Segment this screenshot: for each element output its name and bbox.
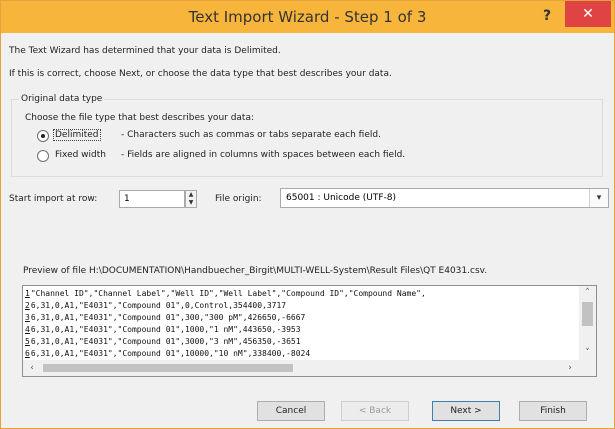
vertical-scroll-thumb[interactable] — [582, 302, 593, 326]
start-row-input[interactable]: 1 — [119, 190, 185, 208]
chevron-down-icon[interactable]: ˅ — [579, 346, 596, 360]
title-bar[interactable]: Text Import Wizard - Step 1 of 3 ? ✕ — [1, 1, 614, 33]
horizontal-scroll-thumb[interactable] — [43, 364, 293, 372]
preview-label: Preview of file H:\DOCUMENTATION\Handbue… — [23, 266, 488, 276]
back-button[interactable]: < Back — [341, 401, 409, 421]
horizontal-scrollbar[interactable]: ‹ › — [23, 360, 579, 376]
text-import-wizard-window: Text Import Wizard - Step 1 of 3 ? ✕ The… — [0, 0, 615, 429]
delimited-radio-label[interactable]: Delimited — [53, 129, 101, 141]
preview-line-number: 4 — [25, 325, 30, 334]
chevron-down-icon[interactable]: ▾ — [589, 189, 608, 207]
preview-line-number: 1 — [25, 289, 30, 298]
preview-line-text: "Channel ID","Channel Label","Well ID","… — [30, 289, 426, 298]
vertical-scrollbar[interactable]: ˄ ˅ — [579, 286, 596, 360]
intro-line-2: If this is correct, choose Next, or choo… — [9, 69, 392, 79]
preview-line: 46,31,0,A1,"E4031","Compound 01",1000,"1… — [25, 324, 575, 336]
preview-line-text: 6,31,0,A1,"E4031","Compound 01",300,"300… — [30, 313, 306, 322]
close-button[interactable]: ✕ — [565, 1, 611, 27]
finish-button[interactable]: Finish — [519, 401, 587, 421]
preview-line-number: 5 — [25, 337, 30, 346]
preview-line-text: 6,31,0,A1,"E4031","Compound 01",10000,"1… — [30, 349, 311, 358]
file-origin-label: File origin: — [215, 194, 262, 204]
window-title: Text Import Wizard - Step 1 of 3 — [188, 8, 427, 26]
preview-line-number: 2 — [25, 301, 30, 310]
intro-line-1: The Text Wizard has determined that your… — [9, 46, 281, 56]
cancel-button[interactable]: Cancel — [257, 401, 325, 421]
fixed-width-radio[interactable] — [37, 150, 49, 162]
chevron-right-icon[interactable]: › — [563, 360, 577, 376]
file-type-prompt: Choose the file type that best describes… — [25, 113, 255, 123]
original-data-type-label: Original data type — [19, 94, 105, 104]
delimited-radio[interactable] — [37, 130, 49, 142]
preview-line-number: 3 — [25, 313, 30, 322]
fixed-width-radio-label[interactable]: Fixed width — [55, 150, 106, 160]
file-preview[interactable]: 1"Channel ID","Channel Label","Well ID",… — [22, 285, 597, 377]
preview-line: 66,31,0,A1,"E4031","Compound 01",10000,"… — [25, 348, 575, 360]
delimited-description: - Characters such as commas or tabs sepa… — [121, 130, 381, 140]
file-origin-value: 65001 : Unicode (UTF-8) — [286, 193, 396, 203]
spinner-arrows-icon[interactable]: ▲ ▼ — [185, 190, 197, 208]
scrollbar-corner — [579, 360, 596, 376]
fixed-width-description: - Fields are aligned in columns with spa… — [121, 150, 406, 160]
preview-line-text: 6,31,0,A1,"E4031","Compound 01",1000,"1 … — [30, 325, 301, 334]
preview-line: 26,31,0,A1,"E4031","Compound 01",0,Contr… — [25, 300, 575, 312]
preview-line: 36,31,0,A1,"E4031","Compound 01",300,"30… — [25, 312, 575, 324]
help-icon[interactable]: ? — [535, 5, 559, 27]
preview-line-text: 6,31,0,A1,"E4031","Compound 01",3000,"3 … — [30, 337, 301, 346]
chevron-up-icon[interactable]: ˄ — [579, 286, 596, 300]
preview-line: 56,31,0,A1,"E4031","Compound 01",3000,"3… — [25, 336, 575, 348]
preview-line-text: 6,31,0,A1,"E4031","Compound 01",0,Contro… — [30, 301, 287, 310]
start-row-label: Start import at row: — [9, 194, 98, 204]
preview-lines: 1"Channel ID","Channel Label","Well ID",… — [25, 288, 575, 360]
chevron-left-icon[interactable]: ‹ — [25, 360, 39, 376]
preview-line-number: 6 — [25, 349, 30, 358]
preview-line: 1"Channel ID","Channel Label","Well ID",… — [25, 288, 575, 300]
file-origin-select[interactable]: 65001 : Unicode (UTF-8) ▾ — [280, 188, 609, 208]
next-button[interactable]: Next > — [432, 401, 500, 421]
